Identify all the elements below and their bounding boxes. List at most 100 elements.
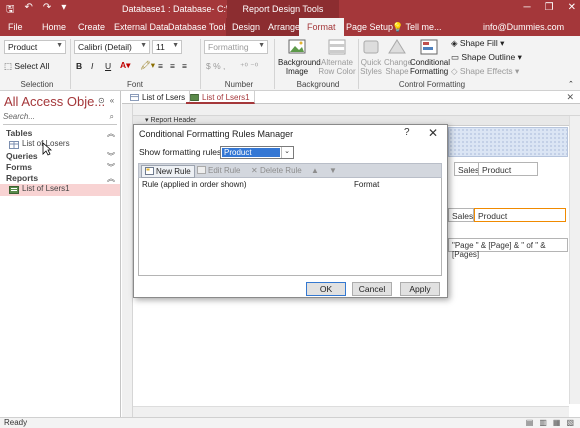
rules-list[interactable]: Rule (applied in order shown) Format — [138, 178, 442, 276]
nav-section-reports[interactable]: Reports ︽ — [0, 173, 120, 184]
status-text: Ready — [4, 418, 28, 427]
delete-rule-button[interactable]: ✕ Delete Rule — [251, 166, 302, 175]
doc-tab-label: List of Lsers1 — [202, 93, 250, 102]
align-right-icon[interactable]: ≡ — [182, 61, 187, 71]
nav-section-queries[interactable]: Queries ︾ — [0, 151, 120, 162]
nav-section-label: Queries — [6, 151, 38, 161]
tab-database-tools[interactable]: Database Tools — [168, 22, 230, 32]
format-combo[interactable]: Formatting ▼ — [204, 40, 268, 54]
minimize-icon[interactable]: ─ — [524, 2, 531, 13]
sales-detail-field[interactable]: Sales — [448, 208, 474, 222]
tab-page-setup[interactable]: Page Setup — [346, 22, 393, 32]
tab-design[interactable]: Design — [226, 18, 267, 36]
print-preview-icon[interactable]: ▥ — [539, 418, 547, 427]
close-document-icon[interactable]: ✕ — [566, 92, 574, 103]
delete-rule-label: Delete Rule — [259, 166, 302, 175]
background-image-button[interactable]: Background Image — [278, 38, 321, 76]
font-combo[interactable]: Calibri (Detail) ▼ — [74, 40, 150, 54]
help-icon[interactable]: ? — [404, 127, 410, 138]
nav-section-forms[interactable]: Forms ︾ — [0, 162, 120, 173]
shape-fill-button[interactable]: ◈ Shape Fill ▾ — [451, 38, 504, 49]
quick-styles-button[interactable]: Quick Styles — [360, 38, 382, 76]
shutter-bar-icon[interactable]: « — [110, 96, 114, 105]
tab-home[interactable]: Home — [42, 22, 66, 32]
table-icon — [130, 94, 139, 101]
cancel-button[interactable]: Cancel — [352, 282, 392, 296]
italic-button[interactable]: I — [91, 61, 93, 71]
tell-me-search[interactable]: 💡 Tell me... — [392, 22, 442, 33]
horizontal-scrollbar[interactable] — [133, 406, 569, 417]
nav-search-input[interactable]: Search... ⌕ — [3, 112, 117, 125]
edit-rule-button[interactable]: Edit Rule — [197, 166, 240, 175]
doc-tab-list-of-lsers[interactable]: List of Lsers — [126, 91, 191, 104]
header-label-controls[interactable] — [448, 127, 568, 157]
user-account[interactable]: info@Dummies.com — [483, 22, 564, 32]
nav-item-report[interactable]: List of Lsers1 — [0, 184, 120, 196]
restore-icon[interactable]: ❐ — [545, 2, 554, 13]
product-label-field[interactable]: Product — [478, 162, 538, 176]
font-color-icon[interactable]: A▾ — [120, 60, 130, 71]
vertical-scrollbar[interactable] — [569, 116, 580, 404]
change-shape-label: Change Shape — [384, 58, 413, 76]
design-view-icon[interactable]: ▧ — [566, 418, 574, 427]
sales-label-field[interactable]: Sales — [454, 162, 480, 176]
page-number-expression[interactable]: "Page " & [Page] & " of " & [Pages] — [448, 238, 568, 259]
product-detail-field[interactable]: Product — [474, 208, 566, 222]
report-icon — [190, 94, 199, 101]
tab-file[interactable]: File — [8, 22, 23, 32]
object-combo[interactable]: Product ▼ — [4, 40, 66, 54]
bold-button[interactable]: B — [76, 61, 82, 71]
group-label-font: Font — [126, 80, 143, 89]
doc-tab-list-of-lsers1[interactable]: List of Lsers1 — [186, 91, 255, 104]
undo-icon[interactable]: ↶ — [25, 2, 33, 19]
divider — [70, 39, 71, 89]
apply-button[interactable]: Apply — [400, 282, 440, 296]
layout-view-icon[interactable]: ▦ — [553, 418, 561, 427]
save-icon[interactable]: 🖫 — [6, 2, 15, 19]
status-bar: Ready ▤ ▥ ▦ ▧ — [0, 417, 580, 428]
ok-button[interactable]: OK — [306, 282, 346, 296]
collapse-ribbon-icon[interactable]: ⌃ — [568, 80, 574, 88]
change-shape-button[interactable]: Change Shape — [384, 38, 413, 76]
nav-section-label: Tables — [6, 128, 33, 138]
customize-qat-icon[interactable]: ▾ — [61, 2, 66, 19]
report-icon — [9, 186, 19, 194]
align-center-icon[interactable]: ≡ — [170, 61, 175, 71]
shape-outline-button[interactable]: ▭ Shape Outline ▾ — [451, 52, 522, 63]
show-rules-select[interactable]: Product ⌄ — [220, 146, 294, 159]
nav-menu-chevron-icon[interactable]: ⊙ — [98, 96, 105, 105]
tab-external-data[interactable]: External Data — [114, 22, 169, 32]
close-icon[interactable]: ✕ — [428, 126, 438, 140]
conditional-formatting-label: Conditional Formatting — [410, 58, 451, 76]
conditional-formatting-dialog: Conditional Formatting Rules Manager ? ✕… — [133, 124, 448, 298]
tab-create[interactable]: Create — [78, 22, 105, 32]
new-rule-icon — [145, 167, 154, 175]
horizontal-ruler — [133, 104, 580, 116]
redo-icon[interactable]: ↷ — [43, 2, 51, 19]
close-window-icon[interactable]: ✕ — [568, 2, 576, 13]
shape-fill-label: Shape Fill — [459, 38, 498, 48]
rules-toolbar: New Rule Edit Rule ✕ Delete Rule ▲ ▼ — [138, 163, 442, 178]
select-all-button[interactable]: ⬚ Select All — [4, 61, 49, 72]
nav-title[interactable]: All Access Obje... — [4, 94, 105, 109]
move-down-icon[interactable]: ▼ — [329, 166, 337, 175]
conditional-formatting-button[interactable]: Conditional Formatting — [410, 38, 451, 76]
alternate-row-color-button[interactable]: Alternate Row Color — [318, 38, 356, 76]
new-rule-button[interactable]: New Rule — [141, 165, 195, 178]
shape-outline-label: Shape Outline — [461, 52, 516, 62]
underline-button[interactable]: U — [105, 61, 111, 71]
nav-item-table[interactable]: List of Losers — [0, 139, 120, 151]
highlight-icon[interactable]: 🖍▾ — [140, 60, 155, 71]
format-column-header: Format — [354, 180, 380, 189]
shape-effects-button[interactable]: ◇ Shape Effects ▾ — [451, 66, 519, 77]
decimal-icon[interactable]: ⁺⁰ ⁻⁰ — [240, 61, 258, 72]
quick-styles-icon — [363, 40, 379, 54]
font-size-combo[interactable]: 11 ▼ — [152, 40, 182, 54]
alternate-row-icon — [328, 39, 346, 55]
nav-section-tables[interactable]: Tables ︽ — [0, 128, 120, 139]
report-view-icon[interactable]: ▤ — [526, 418, 534, 427]
currency-icon[interactable]: $ % , — [206, 61, 225, 71]
move-up-icon[interactable]: ▲ — [311, 166, 319, 175]
tab-format[interactable]: Format — [299, 18, 344, 36]
align-left-icon[interactable]: ≡ — [158, 61, 163, 71]
